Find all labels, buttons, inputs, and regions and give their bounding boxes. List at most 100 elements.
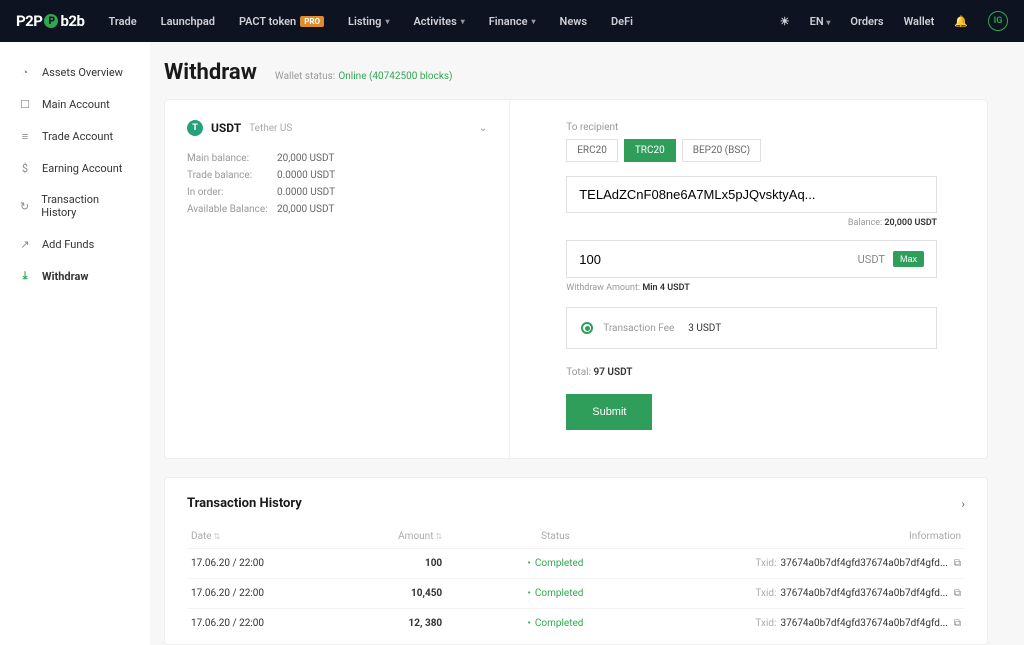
nav-items: Trade Launchpad PACT token PRO Listing▾ …	[108, 15, 633, 28]
chevron-right-icon[interactable]: ›	[961, 497, 965, 511]
amount-unit: USDT	[858, 253, 885, 266]
wallet-icon: ☐	[18, 97, 32, 111]
list-icon: ≡	[18, 129, 32, 143]
total-label: Total:	[566, 367, 591, 378]
lang-selector[interactable]: EN ▾	[810, 15, 831, 28]
chevron-down-icon: ▾	[532, 17, 536, 26]
cell-amount: 100	[322, 549, 502, 579]
total-value: 97 USDT	[593, 367, 632, 378]
nav-wallet[interactable]: Wallet	[904, 15, 935, 28]
nav-orders[interactable]: Orders	[850, 15, 883, 28]
history-title: Transaction History	[187, 496, 302, 511]
page-title: Withdraw	[164, 60, 257, 85]
dollar-icon: $	[18, 161, 32, 175]
logo-text-left: P2P	[16, 12, 42, 30]
balance-row: Trade balance:0.0000 USDT	[187, 167, 487, 184]
cell-amount: 12, 380	[322, 609, 502, 639]
nav-defi[interactable]: DeFi	[611, 15, 633, 28]
submit-button[interactable]: Submit	[566, 394, 652, 430]
chevron-down-icon: ▾	[826, 18, 830, 27]
copy-icon[interactable]: ⧉	[954, 558, 961, 569]
usdt-icon: T	[187, 120, 203, 136]
history-table: Date⇅ Amount⇅ Status Information 17.06.2…	[187, 525, 965, 638]
col-amount[interactable]: Amount⇅	[322, 525, 502, 549]
theme-icon[interactable]: ☀	[780, 15, 790, 28]
network-tab-trc20[interactable]: TRC20	[624, 139, 676, 162]
sidebar-item-trade-account[interactable]: ≡Trade Account	[0, 120, 150, 152]
sidebar-item-add-funds[interactable]: ↗Add Funds	[0, 228, 150, 260]
nav-finance[interactable]: Finance▾	[489, 15, 536, 28]
top-nav: P2P P b2b Trade Launchpad PACT token PRO…	[0, 0, 1024, 42]
chevron-down-icon: ▾	[461, 17, 465, 26]
logo[interactable]: P2P P b2b	[16, 12, 84, 30]
amount-input-box[interactable]: USDT Max	[566, 240, 937, 278]
nav-launchpad[interactable]: Launchpad	[161, 15, 215, 28]
sidebar-item-main-account[interactable]: ☐Main Account	[0, 88, 150, 120]
form-balance-value: 20,000 USDT	[884, 218, 937, 228]
pro-badge: PRO	[300, 16, 324, 27]
amount-input[interactable]	[579, 252, 849, 267]
cell-info: Txid:37674a0b7df4gfd37674a0b7df4gfd...⧉	[609, 579, 965, 609]
chevron-down-icon: ⌄	[479, 123, 487, 134]
coin-symbol: USDT	[211, 121, 241, 135]
arrow-up-icon: ↗	[18, 237, 32, 251]
nav-activities[interactable]: Activites▾	[413, 15, 464, 28]
cell-amount: 10,450	[322, 579, 502, 609]
min-value: Min 4 USDT	[642, 283, 689, 293]
fee-option[interactable]: Transaction Fee 3 USDT	[566, 307, 937, 349]
coin-name: Tether US	[249, 123, 292, 134]
network-tab-bep20[interactable]: BEP20 (BSC)	[682, 139, 761, 162]
main-content: Withdraw Wallet status: Online (40742500…	[150, 42, 1024, 645]
network-tabs: ERC20 TRC20 BEP20 (BSC)	[566, 139, 937, 162]
fee-label: Transaction Fee	[603, 323, 674, 334]
nav-pact-label: PACT token	[239, 15, 296, 28]
cell-status: •Completed	[502, 579, 609, 609]
coin-balance-panel: T USDT Tether US ⌄ Main balance:20,000 U…	[165, 100, 510, 458]
wallet-status-value: Online (40742500 blocks)	[338, 71, 452, 82]
form-balance-label: Balance:	[848, 218, 882, 228]
radio-selected-icon	[581, 322, 593, 334]
nav-news[interactable]: News	[560, 15, 587, 28]
copy-icon[interactable]: ⧉	[954, 588, 961, 599]
copy-icon[interactable]: ⧉	[954, 618, 961, 629]
arrow-down-icon: ⤓	[18, 269, 32, 283]
sidebar-item-withdraw[interactable]: ⤓Withdraw	[0, 260, 150, 292]
nav-pact-token[interactable]: PACT token PRO	[239, 15, 324, 28]
nav-listing[interactable]: Listing▾	[348, 15, 389, 28]
sidebar: ◔Assets Overview ☐Main Account ≡Trade Ac…	[0, 42, 150, 645]
max-button[interactable]: Max	[893, 251, 924, 267]
cell-status: •Completed	[502, 609, 609, 639]
table-row: 17.06.20 / 22:00100•CompletedTxid:37674a…	[187, 549, 965, 579]
history-icon: ↻	[18, 199, 31, 213]
wallet-status-label: Wallet status:	[275, 71, 335, 82]
cell-date: 17.06.20 / 22:00	[187, 549, 322, 579]
col-info: Information	[609, 525, 965, 549]
withdraw-form-panel: To recipient ERC20 TRC20 BEP20 (BSC) Bal…	[510, 100, 987, 458]
cell-status: •Completed	[502, 549, 609, 579]
bell-icon[interactable]: 🔔	[954, 15, 968, 28]
balance-row: Available Balance:20,000 USDT	[187, 201, 487, 218]
sidebar-item-earning-account[interactable]: $Earning Account	[0, 152, 150, 184]
avatar[interactable]: IG	[988, 11, 1008, 31]
nav-trade[interactable]: Trade	[108, 15, 136, 28]
logo-icon: P	[44, 14, 58, 28]
address-input[interactable]	[579, 187, 924, 202]
sidebar-item-assets-overview[interactable]: ◔Assets Overview	[0, 56, 150, 88]
col-status: Status	[502, 525, 609, 549]
nav-right: ☀ EN ▾ Orders Wallet 🔔 IG	[780, 11, 1008, 31]
balance-row: Main balance:20,000 USDT	[187, 150, 487, 167]
min-label: Withdraw Amount:	[566, 283, 640, 293]
address-input-box[interactable]	[566, 176, 937, 213]
cell-info: Txid:37674a0b7df4gfd37674a0b7df4gfd...⧉	[609, 549, 965, 579]
sidebar-item-transaction-history[interactable]: ↻Transaction History	[0, 184, 150, 228]
sort-icon: ⇅	[214, 532, 221, 541]
network-tab-erc20[interactable]: ERC20	[566, 139, 618, 162]
balance-row: In order:0.0000 USDT	[187, 184, 487, 201]
col-date[interactable]: Date⇅	[187, 525, 322, 549]
table-row: 17.06.20 / 22:0012, 380•CompletedTxid:37…	[187, 609, 965, 639]
logo-text-right: b2b	[60, 12, 84, 30]
table-row: 17.06.20 / 22:0010,450•CompletedTxid:376…	[187, 579, 965, 609]
cell-date: 17.06.20 / 22:00	[187, 609, 322, 639]
coin-selector[interactable]: T USDT Tether US ⌄	[187, 120, 487, 150]
cell-date: 17.06.20 / 22:00	[187, 579, 322, 609]
